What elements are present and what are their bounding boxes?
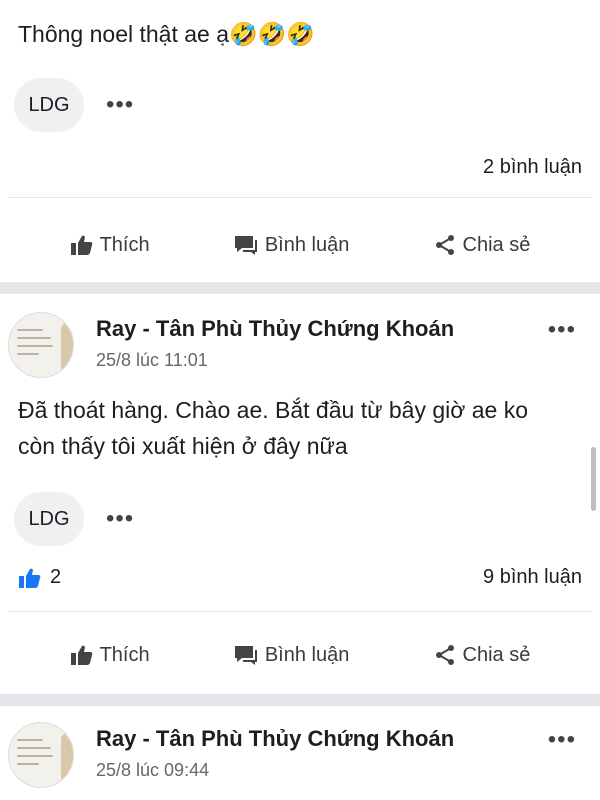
comment-button[interactable]: Bình luận bbox=[233, 643, 350, 667]
post-separator bbox=[0, 694, 600, 706]
more-reactions-icon[interactable]: ••• bbox=[106, 507, 134, 531]
post-separator bbox=[0, 282, 600, 294]
post-text-line-2: còn thấy tôi xuất hiện ở đây nữa bbox=[18, 433, 348, 459]
comment-label: Bình luận bbox=[264, 233, 350, 256]
share-button[interactable]: Chia sẻ bbox=[433, 233, 531, 257]
like-count: 2 bbox=[50, 566, 62, 588]
comment-icon bbox=[234, 236, 257, 255]
share-label: Chia sẻ bbox=[462, 233, 531, 256]
like-count-group[interactable]: 2 bbox=[18, 566, 61, 589]
reaction-chip[interactable]: LDG bbox=[14, 78, 84, 132]
share-button[interactable]: Chia sẻ bbox=[433, 643, 531, 667]
like-label: Thích bbox=[99, 643, 150, 666]
post-stats: 2 9 bình luận bbox=[0, 566, 600, 589]
like-button[interactable]: Thích bbox=[70, 644, 150, 667]
thumbs-up-icon bbox=[70, 235, 92, 255]
post-header: Ray - Tân Phù Thủy Chứng Khoán 25/8 lúc … bbox=[0, 312, 600, 378]
reaction-chip-row: LDG ••• bbox=[0, 78, 600, 132]
divider bbox=[8, 197, 592, 198]
divider bbox=[8, 611, 592, 612]
post-previous: Thông noel thật ae ạ🤣🤣🤣 LDG ••• 2 bình l… bbox=[0, 0, 600, 276]
share-icon bbox=[435, 235, 454, 255]
post-timestamp[interactable]: 25/8 lúc 11:01 bbox=[96, 350, 454, 371]
more-reactions-icon[interactable]: ••• bbox=[106, 93, 134, 117]
share-icon bbox=[435, 645, 454, 665]
comment-count[interactable]: 2 bình luận bbox=[483, 156, 582, 179]
post: Ray - Tân Phù Thủy Chứng Khoán 25/8 lúc … bbox=[0, 706, 600, 788]
action-bar: Thích Bình luận Chia sẻ bbox=[0, 214, 600, 276]
reaction-chip-row: LDG ••• bbox=[0, 492, 600, 546]
comment-icon bbox=[234, 646, 257, 665]
post-timestamp[interactable]: 25/8 lúc 09:44 bbox=[96, 760, 454, 781]
action-bar: Thích Bình luận Chia sẻ bbox=[0, 624, 600, 686]
comment-button[interactable]: Bình luận bbox=[233, 233, 350, 257]
author-name[interactable]: Ray - Tân Phù Thủy Chứng Khoán bbox=[96, 726, 454, 752]
like-button[interactable]: Thích bbox=[70, 234, 150, 257]
comment-count[interactable]: 9 bình luận bbox=[483, 566, 582, 589]
author-name[interactable]: Ray - Tân Phù Thủy Chứng Khoán bbox=[96, 316, 454, 342]
avatar[interactable] bbox=[8, 722, 74, 788]
post-text-line-1: Đã thoát hàng. Chào ae. Bắt đầu từ bây g… bbox=[18, 397, 528, 423]
more-options-icon[interactable]: ••• bbox=[548, 316, 576, 344]
post-stats: 2 bình luận bbox=[0, 156, 600, 179]
avatar[interactable] bbox=[8, 312, 74, 378]
share-label: Chia sẻ bbox=[462, 643, 531, 666]
like-label: Thích bbox=[99, 233, 150, 256]
post-header: Ray - Tân Phù Thủy Chứng Khoán 25/8 lúc … bbox=[0, 722, 600, 788]
reaction-chip[interactable]: LDG bbox=[14, 492, 84, 546]
scrollbar[interactable] bbox=[591, 447, 596, 511]
post: Ray - Tân Phù Thủy Chứng Khoán 25/8 lúc … bbox=[0, 294, 600, 686]
like-reaction-icon bbox=[19, 568, 41, 588]
post-text: Thông noel thật ae ạ🤣🤣🤣 bbox=[18, 21, 315, 47]
thumbs-up-icon bbox=[70, 645, 92, 665]
comment-label: Bình luận bbox=[264, 643, 350, 666]
more-options-icon[interactable]: ••• bbox=[548, 726, 576, 754]
